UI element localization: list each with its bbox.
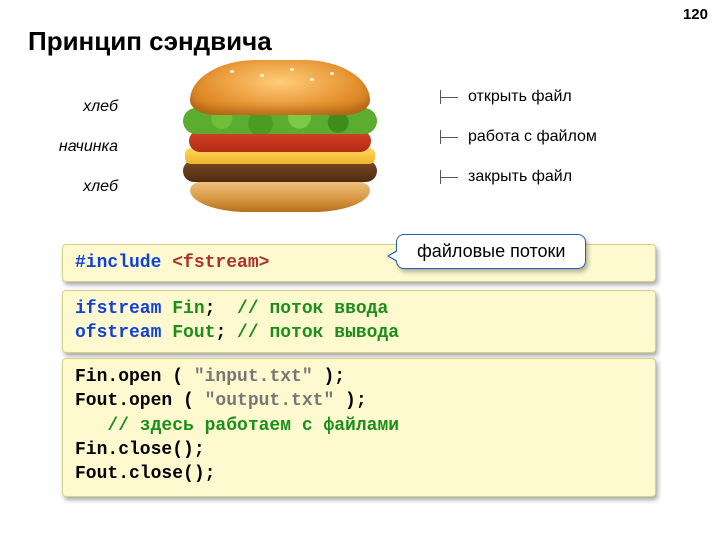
sandwich-left-labels: хлеб начинка хлеб (38, 90, 118, 218)
code-comment: // здесь работаем с файлами (75, 416, 399, 436)
code-text: ; (215, 323, 237, 343)
tick-icon (440, 130, 458, 144)
code-text: Fout.open ( (75, 391, 205, 411)
callout-file-streams: файловые потоки (396, 234, 586, 269)
label-work-file: работа с файлом (468, 128, 597, 146)
code-block-usage: Fin.open ( "input.txt" ); Fout.open ( "o… (62, 358, 656, 497)
tick-icon (440, 90, 458, 104)
code-string: "output.txt" (205, 391, 335, 411)
page-title: Принцип сэндвича (28, 26, 272, 57)
code-keyword: #include (75, 253, 172, 273)
label-close-file: закрыть файл (468, 168, 572, 186)
tick-icon (440, 170, 458, 184)
code-text: Fin.open ( (75, 367, 194, 387)
code-keyword: ofstream (75, 323, 161, 343)
bun-top-icon (190, 60, 370, 115)
code-block-declare: ifstream Fin; // поток ввода ofstream Fo… (62, 290, 656, 353)
sandwich-illustration (155, 60, 405, 220)
label-bread-bottom: хлеб (38, 178, 118, 196)
code-text: ; (205, 299, 237, 319)
code-comment: // поток ввода (237, 299, 388, 319)
page-number: 120 (683, 6, 708, 23)
code-keyword: ifstream (75, 299, 161, 319)
code-text: Fout.close(); (75, 464, 215, 484)
code-header: <fstream> (172, 253, 269, 273)
sandwich-right-labels: открыть файл работа с файлом закрыть фай… (440, 88, 597, 208)
code-comment: // поток вывода (237, 323, 399, 343)
code-text: ); (334, 391, 366, 411)
code-string: "input.txt" (194, 367, 313, 387)
code-ident: Fin (161, 299, 204, 319)
label-filling: начинка (38, 138, 118, 156)
code-ident: Fout (161, 323, 215, 343)
label-open-file: открыть файл (468, 88, 572, 106)
bun-bottom-icon (190, 180, 370, 212)
code-text: ); (313, 367, 345, 387)
label-bread-top: хлеб (38, 98, 118, 116)
code-text: Fin.close(); (75, 440, 205, 460)
